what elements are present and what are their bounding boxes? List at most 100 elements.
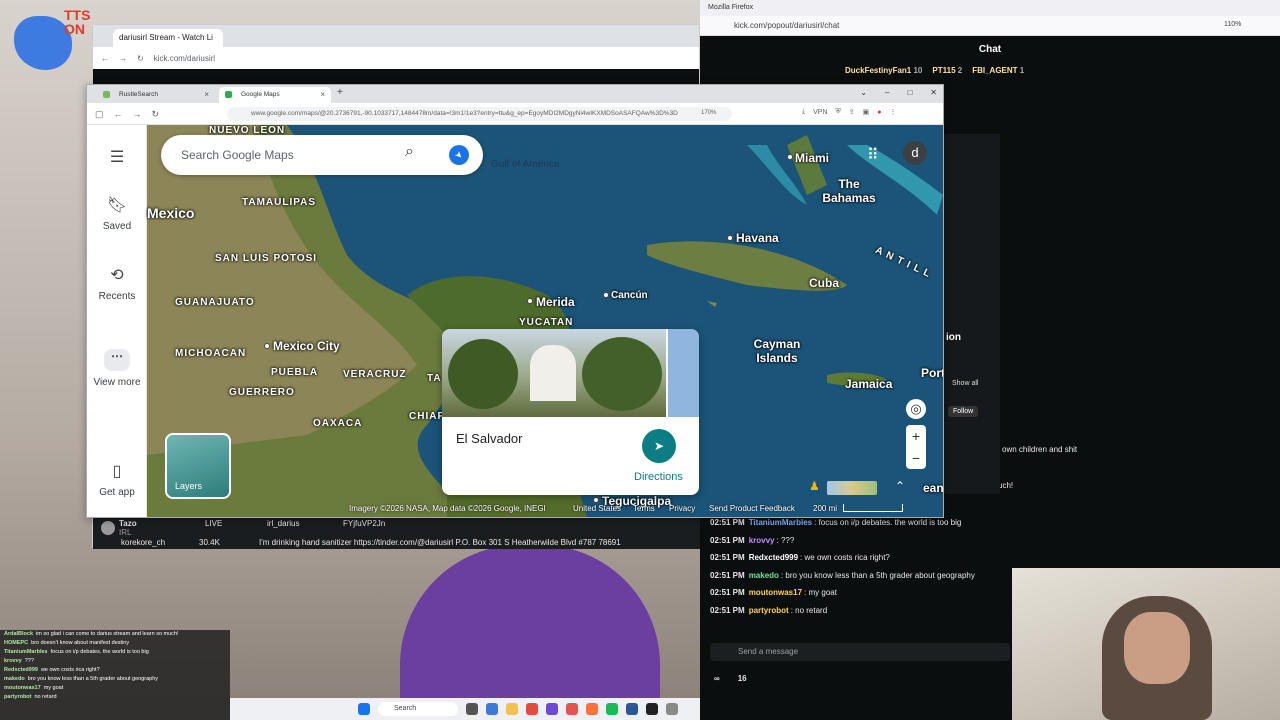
message-user[interactable]: moutonwas17 [749, 588, 802, 597]
download-icon[interactable]: ⤓ [802, 108, 805, 116]
chat-input[interactable]: Send a message [710, 643, 1010, 661]
extension-icon[interactable]: ▣ [863, 108, 870, 116]
pegman-icon[interactable]: ♟ [809, 479, 820, 493]
privacy-link[interactable]: Privacy [669, 504, 695, 513]
map-label-merida[interactable]: Merida [536, 295, 575, 309]
obs-icon[interactable] [646, 703, 658, 715]
maps-menu-button[interactable]: ☰ [87, 147, 147, 173]
chat-zoom[interactable]: 110% [1224, 21, 1241, 28]
view-more-button[interactable]: ⋯ View more [87, 349, 147, 388]
hamburger-menu-icon[interactable]: ☰ [87, 147, 147, 167]
zoom-level[interactable]: 170% [701, 110, 716, 116]
back-icon[interactable]: ← [101, 54, 109, 63]
saved-button[interactable]: 🔖︎ Saved [87, 195, 147, 232]
youtube-icon[interactable] [566, 703, 578, 715]
map-label-havana[interactable]: Havana [736, 231, 779, 245]
stream-url-bar[interactable]: ← → ↻ kick.com/dariusirl [93, 47, 699, 69]
close-tab-icon[interactable]: × [320, 90, 325, 99]
settings-icon[interactable] [666, 703, 678, 715]
close-tab-icon[interactable]: × [204, 90, 209, 99]
layers-button[interactable]: Layers [165, 433, 231, 499]
map-label-cancun[interactable]: Cancún [611, 290, 648, 301]
terms-link[interactable]: Terms [633, 504, 655, 513]
stream-url[interactable]: kick.com/dariusirl [154, 54, 215, 63]
folder-icon[interactable] [506, 703, 518, 715]
feedback-link[interactable]: Send Product Feedback [709, 504, 795, 513]
message-user[interactable]: Redxcted999 [749, 553, 798, 562]
map-label-miami[interactable]: Miami [795, 151, 829, 165]
imagery-thumbnails[interactable] [827, 481, 877, 495]
chrome-icon[interactable] [526, 703, 538, 715]
leader-item[interactable]: FBI_AGENT 1 [972, 66, 1024, 75]
expand-up-icon[interactable]: ⌃ [895, 479, 905, 493]
directions-label[interactable]: Directions [634, 471, 683, 483]
leader-item[interactable]: PT115 2 [932, 66, 962, 75]
discord-icon[interactable] [546, 703, 558, 715]
tab-google-maps[interactable]: Google Maps × [219, 87, 331, 103]
follow-button[interactable]: Follow [948, 406, 979, 417]
firefox-icon[interactable] [586, 703, 598, 715]
my-location-icon[interactable]: ◎ [906, 399, 926, 419]
reload-icon[interactable]: ↻ [152, 109, 160, 120]
edge-icon[interactable] [486, 703, 498, 715]
vpn-badge[interactable]: VPN [813, 109, 827, 116]
directions-button[interactable]: ➤ [642, 429, 676, 463]
directions-icon[interactable]: ➤ [444, 140, 474, 170]
menu-icon[interactable]: ⋮ [890, 108, 897, 116]
search-icon[interactable]: ⌕ [405, 143, 414, 161]
message-user[interactable]: makedo [749, 571, 779, 580]
sidebar-toggle-icon[interactable]: ▢ [95, 109, 104, 120]
map-label-mexico-city[interactable]: Mexico City [273, 339, 340, 353]
message-user[interactable]: partyrobot [749, 606, 789, 615]
chat-url[interactable]: kick.com/popout/dariusirl/chat 110% [700, 16, 1280, 36]
message-user[interactable]: krovvy [749, 536, 775, 545]
maximize-icon[interactable]: □ [907, 88, 912, 97]
country-link[interactable]: United States [573, 504, 621, 513]
map-label-port[interactable]: Port [921, 366, 943, 380]
infinity-icon[interactable]: ∞ [714, 674, 720, 683]
zoom-out-button[interactable]: − [906, 447, 926, 469]
taskbar-search[interactable]: Search [378, 702, 458, 716]
extension-red-icon[interactable]: ● [877, 109, 881, 116]
google-apps-icon[interactable]: ⠿ [867, 145, 879, 165]
windows-start-icon[interactable] [358, 703, 370, 715]
address-bar[interactable]: www.google.com/maps/@20.2736791,-90.1033… [227, 107, 732, 121]
discord-handle[interactable]: FYjfuVP2Jn [343, 519, 385, 528]
account-avatar[interactable]: d [903, 141, 927, 165]
back-icon[interactable]: ← [114, 109, 123, 120]
task-view-icon[interactable] [466, 703, 478, 715]
points-count[interactable]: 16 [738, 674, 747, 683]
x-handle[interactable]: irl_darius [267, 519, 299, 528]
place-card[interactable]: El Salvador ➤ Directions [442, 329, 699, 495]
scale-label[interactable]: 200 mi [813, 504, 837, 513]
get-app-button[interactable]: ▯ Get app [87, 461, 147, 498]
stream-tab[interactable]: dariusirl Stream - Watch Li [113, 29, 223, 47]
spotify-icon[interactable] [606, 703, 618, 715]
map-canvas[interactable]: ☰ 🔖︎ Saved ⟲ Recents ⋯ View more ▯ Get app S… [87, 125, 943, 517]
share-icon[interactable]: ⇪ [849, 108, 855, 116]
tab-list-icon[interactable]: ⌄ [860, 88, 867, 97]
place-photo-secondary[interactable] [668, 329, 699, 417]
map-label-cuba[interactable]: Cuba [809, 276, 839, 290]
scale-bar[interactable] [843, 504, 903, 512]
streamer-avatar[interactable] [101, 521, 115, 535]
shield-icon[interactable]: ⛨ [836, 108, 841, 116]
search-input[interactable]: Search Google Maps [181, 148, 294, 162]
steam-icon[interactable] [626, 703, 638, 715]
reload-icon[interactable]: ↻ [137, 54, 144, 63]
map-label-bahamas[interactable]: The Bahamas [821, 177, 877, 205]
tab-rustlesearch[interactable]: RustleSearch × [97, 87, 215, 103]
new-tab-icon[interactable]: + [337, 87, 343, 98]
forward-icon[interactable]: → [119, 54, 127, 63]
show-all-link[interactable]: Show all [952, 380, 978, 387]
forward-icon[interactable]: → [133, 109, 142, 120]
zoom-in-button[interactable]: + [906, 425, 926, 447]
message-user[interactable]: TitaniumMarbles [749, 518, 812, 527]
maps-search-box[interactable]: Search Google Maps ⌕ ➤ [161, 135, 483, 175]
recents-button[interactable]: ⟲ Recents [87, 265, 147, 302]
map-label-cayman[interactable]: Cayman Islands [737, 337, 817, 365]
streamer-name[interactable]: Tazo [119, 519, 137, 528]
minimize-icon[interactable]: – [885, 88, 889, 97]
place-photo[interactable] [442, 329, 666, 417]
map-label-jamaica[interactable]: Jamaica [845, 377, 892, 391]
